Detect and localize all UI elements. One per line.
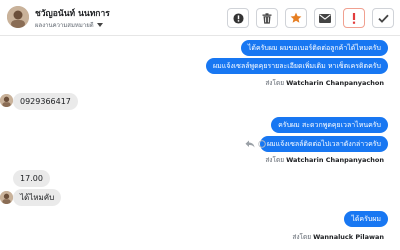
sent-by-prefix: ส่งโดย: [265, 156, 285, 164]
message-outgoing[interactable]: ครับผม สะดวกพูดคุยเวลาไหนครับ: [271, 117, 388, 133]
message-outgoing[interactable]: ผมแจ้งเซลล์ติดต่อไปเวลาดังกล่าวครับ: [259, 136, 388, 152]
seen-status-icon: [258, 140, 266, 148]
sent-by-label: ส่งโดย Wannaluck Pilawan: [292, 232, 384, 242]
contact-name[interactable]: ชวัญอนันท์ นนทการ: [35, 6, 110, 20]
info-button[interactable]: [227, 8, 249, 28]
info-icon: [232, 12, 244, 24]
contact-subtitle-text: ผลงานความสมหมายดี: [35, 22, 94, 29]
exclamation-icon: [352, 12, 356, 24]
star-button[interactable]: [285, 8, 307, 28]
reply-icon[interactable]: [245, 140, 255, 148]
sent-by-prefix: ส่งโดย: [292, 233, 312, 241]
contact-avatar[interactable]: [7, 6, 29, 28]
message-incoming[interactable]: ได้ไหมคับ: [13, 189, 62, 206]
contact-avatar-small: [0, 191, 13, 204]
star-icon: [290, 12, 302, 23]
sent-by-label: ส่งโดย Watcharin Chanpanyachon: [265, 155, 384, 165]
mail-button[interactable]: [314, 8, 336, 28]
message-outgoing[interactable]: ได้ครับผม ผมขอเบอร์ติดต่อลูกค้าได้ไหมครั…: [240, 40, 388, 56]
sent-by-prefix: ส่งโดย: [265, 79, 285, 87]
message-actions: [245, 140, 266, 148]
sent-by-name: Watcharin Chanpanyachon: [286, 79, 384, 87]
conversation-toolbar: [227, 8, 394, 28]
sent-by-name: Watcharin Chanpanyachon: [286, 156, 384, 164]
mark-done-button[interactable]: [372, 8, 394, 28]
caret-down-icon: [96, 23, 103, 27]
sent-by-label: ส่งโดย Watcharin Chanpanyachon: [265, 78, 384, 88]
message-outgoing[interactable]: ผมแจ้งเซลล์พูดคุยรายละเอียดเพิ่มเติม หาเ…: [206, 58, 388, 74]
message-incoming[interactable]: 0929366417: [13, 93, 78, 110]
message-outgoing[interactable]: ได้ครับผม: [344, 211, 388, 227]
sent-by-name: Wannaluck Pilawan: [313, 233, 384, 241]
flag-alert-button[interactable]: [343, 8, 365, 28]
conversation-header: ชวัญอนันท์ นนทการ ผลงานความสมหมายดี: [0, 0, 400, 36]
delete-button[interactable]: [256, 8, 278, 28]
contact-subtitle[interactable]: ผลงานความสมหมายดี: [35, 20, 103, 30]
contact-avatar-small: [0, 94, 13, 107]
mail-icon: [319, 13, 331, 23]
checkmark-icon: [377, 14, 389, 23]
trash-icon: [262, 12, 272, 24]
message-incoming[interactable]: 17.00: [13, 170, 50, 187]
